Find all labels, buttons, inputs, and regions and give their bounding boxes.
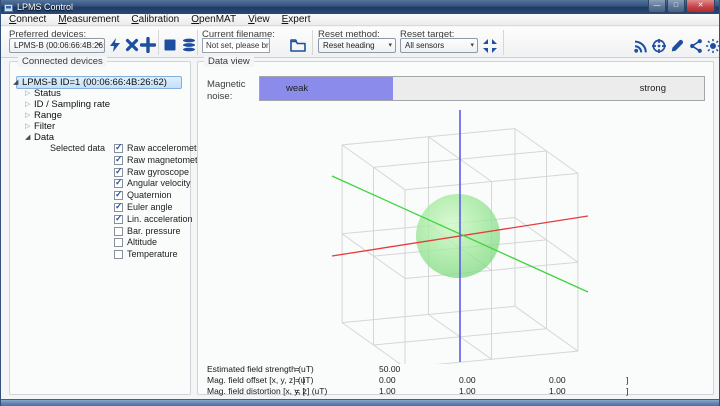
wireless-signal-icon[interactable] xyxy=(633,38,649,54)
window-bottom-border xyxy=(1,399,719,406)
checkbox-box[interactable] xyxy=(114,142,123,153)
magnetic-noise-label: Magnetic noise: xyxy=(207,79,246,102)
reset-method-select[interactable]: Reset heading ▾ xyxy=(318,38,396,53)
toolbar-separator xyxy=(158,30,159,55)
menu-measurement[interactable]: Measurement xyxy=(52,14,125,25)
noise-fill xyxy=(260,77,394,100)
checkbox-box[interactable] xyxy=(114,238,123,247)
connected-devices-panel: Connected devices ◢ LPMS-B ID=1 (00:06:6… xyxy=(9,56,206,395)
menu-view[interactable]: View xyxy=(242,14,276,25)
current-filename-field[interactable]: Not set, please browse.. xyxy=(202,38,270,53)
checkbox-box[interactable] xyxy=(114,154,123,165)
expand-arrow-icon[interactable]: ◢ xyxy=(13,78,18,86)
checkbox-box[interactable] xyxy=(114,227,123,236)
target-calibration-icon[interactable] xyxy=(651,38,667,54)
menubar: Connect Measurement Calibration OpenMAT … xyxy=(1,14,719,26)
selected-data-label: Selected data xyxy=(50,143,106,153)
collapse-arrow-icon[interactable]: ▷ xyxy=(25,89,30,97)
add-device-plus-icon[interactable] xyxy=(140,37,156,53)
checkbox-box[interactable] xyxy=(114,166,123,177)
readout-field-distortion: Mag. field distortion [x, y, z] (uT) = [… xyxy=(207,386,629,396)
menu-openmat[interactable]: OpenMAT xyxy=(185,14,242,25)
connect-lightning-icon[interactable] xyxy=(107,37,123,53)
checkbox-box[interactable] xyxy=(114,177,123,188)
reset-method-value: Reset heading xyxy=(323,41,375,50)
toolbar-separator xyxy=(503,30,504,55)
checkbox-box[interactable] xyxy=(114,201,123,212)
layers-stream-icon[interactable] xyxy=(181,37,197,53)
collapse-arrow-icon[interactable]: ▷ xyxy=(25,122,30,130)
chevron-down-icon: ▾ xyxy=(97,42,101,49)
window-title: LPMS Control xyxy=(17,2,74,12)
preferred-devices-select[interactable]: LPMS-B (00:06:66:4B:26:62) ▾ xyxy=(9,38,105,53)
data-view-panel: Data view Magnetic noise: weak strong Es… xyxy=(197,56,715,396)
expand-arrow-icon[interactable]: ◢ xyxy=(25,133,30,141)
collapse-arrow-icon[interactable]: ▷ xyxy=(25,100,30,108)
toolbar: Preferred devices: LPMS-B (00:06:66:4B:2… xyxy=(1,27,719,58)
toolbar-separator xyxy=(197,30,198,55)
share-graph-icon[interactable] xyxy=(688,38,704,54)
edit-pencil-icon[interactable] xyxy=(669,38,685,54)
magnetic-noise-gauge: weak strong xyxy=(259,76,705,101)
window-controls: — □ ✕ xyxy=(647,0,715,13)
reset-target-value: All sensors xyxy=(405,41,445,50)
chevron-down-icon: ▾ xyxy=(470,42,474,49)
noise-strong-label: strong xyxy=(639,83,666,94)
magnetometer-3d-view[interactable] xyxy=(198,106,715,364)
sun-settings-icon[interactable] xyxy=(705,38,720,54)
current-filename-value: Not set, please browse.. xyxy=(206,41,269,50)
menu-expert[interactable]: Expert xyxy=(276,14,317,25)
menu-calibration[interactable]: Calibration xyxy=(125,14,185,25)
minimize-button[interactable]: — xyxy=(648,0,666,13)
data-view-title: Data view xyxy=(204,56,254,67)
menu-connect[interactable]: Connect xyxy=(3,14,52,25)
readout-field-strength: Estimated field strength (uT) = 50.00 xyxy=(207,364,401,374)
checkbox-box[interactable] xyxy=(114,250,123,259)
toolbar-separator xyxy=(312,30,313,55)
titlebar: LPMS Control — □ ✕ xyxy=(1,0,719,14)
chevron-down-icon: ▾ xyxy=(388,42,392,49)
checkbox-box[interactable] xyxy=(114,189,123,200)
fit-view-arrows-icon[interactable] xyxy=(482,38,498,54)
preferred-devices-value: LPMS-B (00:06:66:4B:26:62) xyxy=(14,41,104,50)
maximize-button[interactable]: □ xyxy=(667,0,685,13)
browse-folder-icon[interactable] xyxy=(289,36,307,54)
reset-target-select[interactable]: All sensors ▾ xyxy=(400,38,478,53)
connected-devices-title: Connected devices xyxy=(18,56,107,67)
close-button[interactable]: ✕ xyxy=(686,0,715,13)
noise-weak-label: weak xyxy=(286,83,309,94)
checkbox-box[interactable] xyxy=(114,213,123,224)
disconnect-x-icon[interactable] xyxy=(124,37,140,53)
collapse-arrow-icon[interactable]: ▷ xyxy=(25,111,30,119)
readout-field-offset: Mag. field offset [x, y, z] (uT) = [ 0.0… xyxy=(207,375,629,385)
lpms-control-window: LPMS Control — □ ✕ Connect Measurement C… xyxy=(0,0,720,406)
stop-square-icon[interactable] xyxy=(162,37,178,53)
app-icon xyxy=(4,3,13,12)
